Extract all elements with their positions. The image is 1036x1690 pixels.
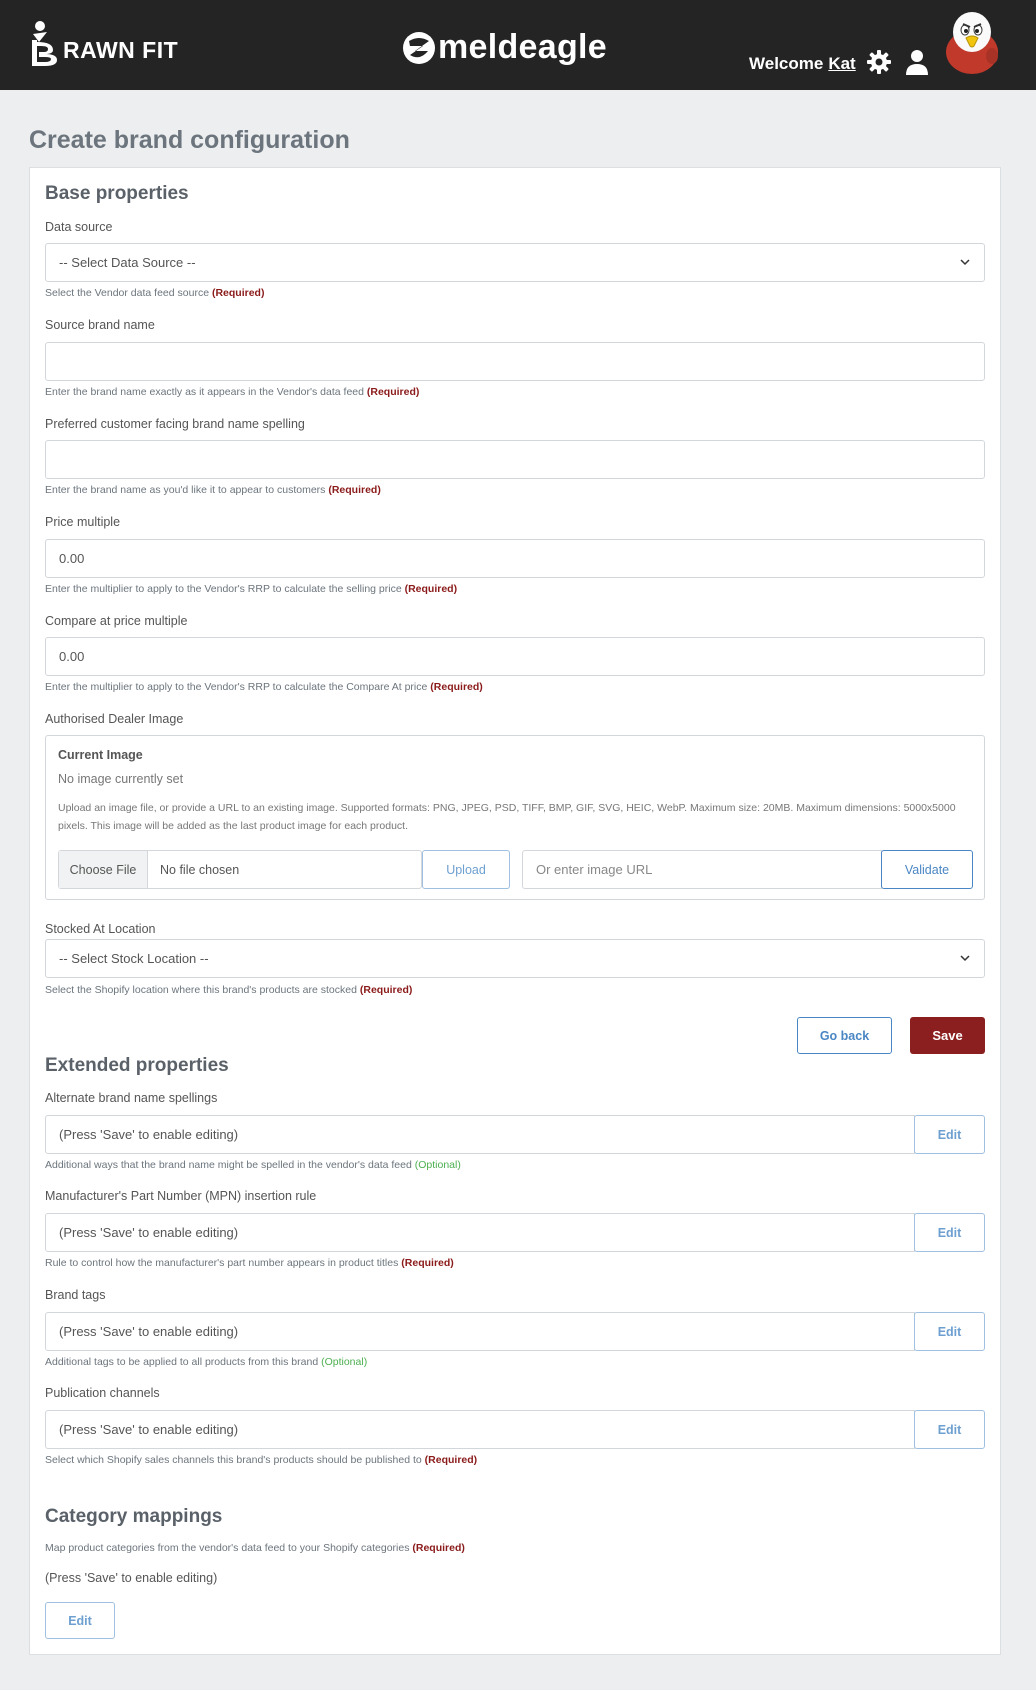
compare-multiple-help: Enter the multiplier to apply to the Ven…	[45, 681, 483, 693]
optional-tag: (Optional)	[321, 1356, 368, 1368]
file-chooser[interactable]: Choose File No file chosen	[58, 850, 422, 889]
choose-file-button[interactable]: Choose File	[59, 851, 148, 888]
required-tag: (Required)	[404, 583, 458, 595]
stock-location-select[interactable]: -- Select Stock Location --	[45, 939, 985, 978]
price-multiple-help: Enter the multiplier to apply to the Ven…	[45, 583, 457, 595]
top-navigation-bar: RAWN FIT meldeagle Welcome Kat	[0, 0, 1036, 90]
help-text: Additional tags to be applied to all pro…	[45, 1356, 319, 1368]
help-text: Map product categories from the vendor's…	[45, 1542, 410, 1554]
brand-logo-text: RAWN FIT	[63, 36, 179, 63]
dealer-image-panel: Current Image No image currently set Upl…	[45, 735, 985, 900]
pub-channels-field: (Press 'Save' to enable editing)	[45, 1410, 915, 1449]
welcome-text: Welcome	[749, 54, 824, 73]
brand-config-form: Base properties Data source -- Select Da…	[29, 167, 1001, 1655]
stock-location-help: Select the Shopify location where this b…	[45, 984, 412, 996]
help-text: Enter the brand name exactly as it appea…	[45, 386, 364, 398]
help-text: Additional ways that the brand name migh…	[45, 1159, 412, 1171]
help-text: Select the Vendor data feed source	[45, 287, 210, 299]
required-tag: (Required)	[328, 484, 381, 496]
optional-tag: (Optional)	[414, 1159, 461, 1171]
category-mappings-help: Map product categories from the vendor's…	[45, 1542, 465, 1554]
brand-tags-help: Additional tags to be applied to all pro…	[45, 1356, 367, 1368]
help-text: Rule to control how the manufacturer's p…	[45, 1257, 399, 1269]
data-source-help: Select the Vendor data feed source (Requ…	[45, 287, 264, 299]
base-properties-heading: Base properties	[45, 183, 189, 204]
extended-properties-heading: Extended properties	[45, 1055, 229, 1076]
pub-channels-edit-button[interactable]: Edit	[914, 1410, 985, 1449]
required-tag: (Required)	[366, 386, 420, 398]
pub-channels-help: Select which Shopify sales channels this…	[45, 1454, 477, 1466]
pub-channels-label: Publication channels	[45, 1386, 160, 1400]
current-image-value: No image currently set	[58, 772, 184, 786]
chevron-down-icon	[960, 259, 970, 266]
category-mappings-edit-button[interactable]: Edit	[45, 1602, 115, 1639]
compare-multiple-input[interactable]: 0.00	[45, 637, 985, 676]
user-icon[interactable]	[905, 49, 929, 75]
stock-location-selected: -- Select Stock Location --	[59, 951, 209, 966]
mpn-rule-label: Manufacturer's Part Number (MPN) inserti…	[45, 1189, 317, 1203]
upload-button[interactable]: Upload	[422, 850, 510, 889]
username-link[interactable]: Kat	[828, 54, 855, 73]
required-tag: (Required)	[211, 287, 265, 299]
source-brand-label: Source brand name	[45, 318, 155, 332]
file-name-display: No file chosen	[160, 862, 240, 877]
preferred-name-help: Enter the brand name as you'd like it to…	[45, 484, 381, 496]
app-logo-text: meldeagle	[438, 28, 607, 66]
help-text: Enter the brand name as you'd like it to…	[45, 484, 326, 496]
current-image-title: Current Image	[58, 748, 143, 762]
alt-spellings-field: (Press 'Save' to enable editing)	[45, 1115, 915, 1154]
mpn-rule-help: Rule to control how the manufacturer's p…	[45, 1257, 454, 1269]
data-source-selected: -- Select Data Source --	[59, 255, 196, 270]
welcome-message: Welcome Kat	[749, 54, 856, 74]
brand-tags-edit-button[interactable]: Edit	[914, 1312, 985, 1351]
category-mappings-heading: Category mappings	[45, 1506, 223, 1527]
meldeagle-logo-icon	[403, 31, 435, 64]
brawn-fit-logo-icon	[32, 21, 57, 66]
data-source-label: Data source	[45, 220, 113, 234]
save-button[interactable]: Save	[910, 1017, 985, 1054]
help-text: Enter the multiplier to apply to the Ven…	[45, 681, 428, 693]
price-multiple-input[interactable]: 0.00	[45, 539, 985, 578]
brawn-fit-logo[interactable]: RAWN FIT	[27, 20, 178, 70]
price-multiple-label: Price multiple	[45, 515, 121, 529]
alt-spellings-edit-button[interactable]: Edit	[914, 1115, 985, 1154]
dealer-image-label: Authorised Dealer Image	[45, 712, 184, 726]
required-tag: (Required)	[424, 1454, 478, 1466]
required-tag: (Required)	[359, 984, 413, 996]
help-text: Select which Shopify sales channels this…	[45, 1454, 422, 1466]
go-back-button[interactable]: Go back	[797, 1017, 892, 1054]
mpn-rule-edit-button[interactable]: Edit	[914, 1213, 985, 1252]
eagle-mascot-icon	[946, 12, 998, 74]
help-text: Select the Shopify location where this b…	[45, 984, 357, 996]
chevron-down-icon	[960, 955, 970, 962]
required-tag: (Required)	[430, 681, 483, 693]
brand-tags-label: Brand tags	[45, 1288, 106, 1302]
help-text: Enter the multiplier to apply to the Ven…	[45, 583, 402, 595]
stock-location-label: Stocked At Location	[45, 922, 156, 936]
gear-icon[interactable]	[866, 49, 892, 75]
compare-multiple-label: Compare at price multiple	[45, 614, 188, 628]
alt-spellings-label: Alternate brand name spellings	[45, 1091, 218, 1105]
meldeagle-logo[interactable]: meldeagle	[402, 28, 607, 67]
upload-help-line1: Upload an image file, or provide a URL t…	[58, 802, 956, 814]
data-source-select[interactable]: -- Select Data Source --	[45, 243, 985, 282]
category-mappings-note: (Press 'Save' to enable editing)	[45, 1571, 218, 1585]
source-brand-input[interactable]	[45, 342, 985, 381]
required-tag: (Required)	[412, 1542, 465, 1554]
alt-spellings-help: Additional ways that the brand name migh…	[45, 1159, 461, 1171]
validate-button[interactable]: Validate	[881, 850, 973, 889]
brand-tags-field: (Press 'Save' to enable editing)	[45, 1312, 915, 1351]
preferred-name-label: Preferred customer facing brand name spe…	[45, 417, 305, 431]
preferred-name-input[interactable]	[45, 440, 985, 479]
image-url-input[interactable]: Or enter image URL	[522, 850, 882, 889]
mpn-rule-field: (Press 'Save' to enable editing)	[45, 1213, 915, 1252]
page-title: Create brand configuration	[29, 126, 350, 154]
upload-help-line2: pixels. This image will be added as the …	[58, 820, 408, 832]
required-tag: (Required)	[401, 1257, 454, 1269]
source-brand-help: Enter the brand name exactly as it appea…	[45, 386, 419, 398]
